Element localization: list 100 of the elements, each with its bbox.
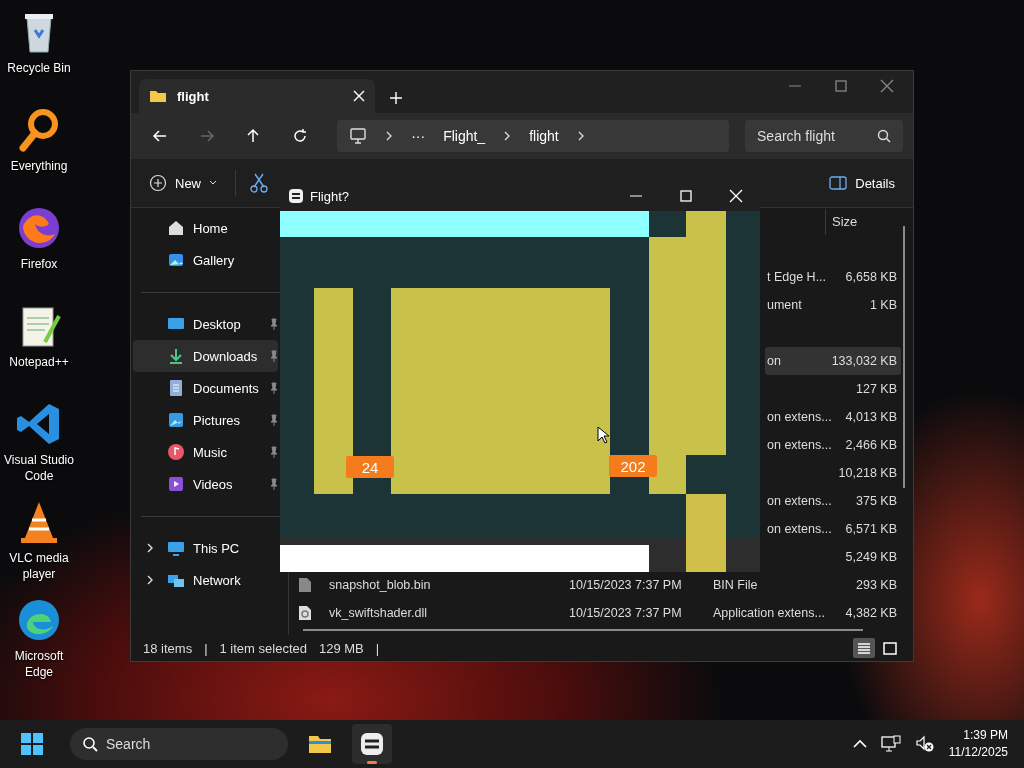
pin-icon[interactable] [270, 478, 278, 490]
details-view-button[interactable] [853, 638, 875, 658]
sidebar-label[interactable]: Gallery [193, 252, 235, 268]
details-button[interactable]: Details [825, 171, 899, 195]
documents-icon [167, 379, 185, 397]
pin-icon[interactable] [270, 382, 278, 394]
sidebar-item[interactable]: Gallery [133, 244, 278, 276]
file-row[interactable]: vk_swiftshader.dll 10/15/2023 7:37 PM Application extens... 4,382 KB [297, 599, 901, 627]
back-arrow-icon[interactable] [152, 128, 169, 144]
desktop-icon-label[interactable]: Visual Studio Code [1, 452, 77, 484]
panel-icon [829, 176, 848, 190]
clock-date[interactable]: 11/12/2025 [948, 744, 1008, 761]
sidebar-item[interactable]: Videos [133, 468, 278, 500]
sidebar-label[interactable]: Pictures [193, 412, 240, 428]
gear-file-icon [297, 605, 313, 621]
sidebar-item[interactable]: Desktop [133, 308, 278, 340]
file-icon [297, 577, 313, 593]
refresh-icon[interactable] [291, 128, 308, 144]
sidebar-label[interactable]: Music [193, 444, 227, 460]
chevron-icon[interactable] [576, 131, 585, 141]
file-row[interactable]: 127 KB [765, 375, 901, 403]
item-count: 18 items [143, 640, 193, 656]
file-type: on extens... [767, 494, 833, 508]
folder-tab[interactable]: flight [139, 79, 375, 113]
breadcrumb-overflow[interactable]: ··· [411, 128, 426, 144]
file-size: 6,658 KB [845, 270, 898, 284]
pin-icon[interactable] [270, 350, 278, 362]
plus-circle-icon [149, 174, 167, 192]
file-row[interactable]: on extens... 6,571 KB [765, 515, 901, 543]
sidebar-label[interactable]: Downloads [193, 348, 258, 364]
scissors-icon[interactable] [250, 173, 268, 193]
horizontal-scrollbar[interactable] [303, 629, 863, 631]
file-size: 2,466 KB [845, 438, 898, 452]
sidebar-item[interactable]: Downloads [133, 340, 278, 372]
vertical-scrollbar[interactable] [903, 226, 905, 488]
monitor-icon[interactable] [349, 128, 368, 144]
chevron-up-icon[interactable] [852, 739, 867, 749]
chevron-icon[interactable] [385, 131, 394, 141]
sidebar-item[interactable]: Home [133, 212, 278, 244]
chevron-icon[interactable] [503, 131, 512, 141]
taskbar-search-field[interactable]: Search [70, 728, 288, 760]
desktop-icon-label[interactable]: VLC media player [1, 550, 77, 582]
sidebar-label[interactable]: Videos [193, 476, 233, 492]
file-row[interactable]: on extens... 4,013 KB [765, 403, 901, 431]
videos-icon [167, 475, 185, 493]
sidebar-label[interactable]: Network [193, 572, 241, 588]
file-type: on extens... [767, 438, 833, 452]
desktop-icon-label[interactable]: Notepad++ [1, 354, 77, 370]
caret-icon [209, 180, 217, 186]
file-row[interactable]: 10,218 KB [765, 459, 901, 487]
sidebar-item[interactable]: Music [133, 436, 278, 468]
gallery-icon [167, 251, 185, 269]
desktop-icon-label[interactable]: Microsoft Edge [1, 648, 77, 680]
address-bar[interactable]: ··· Flight_ flight [337, 120, 730, 152]
column-header[interactable]: Size [825, 208, 901, 235]
breadcrumb-item[interactable]: flight [529, 128, 559, 144]
file-row[interactable]: on 133,032 KB [765, 347, 901, 375]
file-row[interactable]: ument 1 KB [765, 291, 901, 319]
status-separator: | [204, 640, 208, 656]
app-logo-icon [359, 731, 385, 757]
forward-arrow-icon[interactable] [198, 128, 215, 144]
breadcrumb-item[interactable]: Flight_ [443, 128, 486, 144]
start-icon[interactable] [20, 732, 44, 756]
clock-time[interactable]: 1:39 PM [963, 727, 1008, 744]
file-type: t Edge H... [767, 270, 828, 284]
music-icon [167, 443, 185, 461]
file-date: 10/15/2023 7:37 PM [569, 578, 683, 592]
sidebar-label[interactable]: Home [193, 220, 228, 236]
file-type: on extens... [767, 522, 833, 536]
plus-icon[interactable] [389, 91, 403, 105]
pin-icon[interactable] [270, 318, 278, 330]
sidebar-item[interactable]: Network [133, 564, 278, 596]
desktop-icon-label[interactable]: Firefox [1, 256, 77, 272]
file-row[interactable]: t Edge H... 6,658 KB [765, 263, 901, 291]
new-button[interactable]: New [145, 170, 221, 196]
sidebar-label[interactable]: This PC [193, 540, 240, 556]
sidebar-label[interactable]: Desktop [193, 316, 241, 332]
app-logo-icon [288, 188, 304, 204]
pin-icon[interactable] [270, 414, 278, 426]
selection-size: 129 MB [318, 640, 364, 656]
taskbar-app-button[interactable] [352, 724, 392, 764]
square-icon [881, 639, 899, 657]
mouse-cursor-icon [597, 426, 609, 444]
file-size: 5,249 KB [845, 550, 898, 564]
sidebar-item[interactable]: This PC [133, 532, 278, 564]
file-row[interactable]: on extens... 375 KB [765, 487, 901, 515]
network-icon[interactable] [880, 735, 901, 753]
file-row[interactable]: 5,249 KB [765, 543, 901, 571]
file-row[interactable]: snapshot_blob.bin 10/15/2023 7:37 PM BIN File 293 KB [297, 571, 901, 599]
sidebar-item[interactable]: Pictures [133, 404, 278, 436]
sidebar-item[interactable]: Documents [133, 372, 278, 404]
desktop-icon-label[interactable]: Everything [1, 158, 77, 174]
pin-icon[interactable] [270, 446, 278, 458]
file-row[interactable]: on extens... 2,466 KB [765, 431, 901, 459]
desktop-icon-label[interactable]: Recycle Bin [1, 60, 77, 76]
close-icon[interactable] [353, 90, 365, 102]
file-size: 293 KB [855, 578, 898, 592]
speaker-muted-icon[interactable] [914, 735, 935, 753]
sidebar-label[interactable]: Documents [193, 380, 259, 396]
search-field[interactable]: Search flight [745, 120, 904, 152]
